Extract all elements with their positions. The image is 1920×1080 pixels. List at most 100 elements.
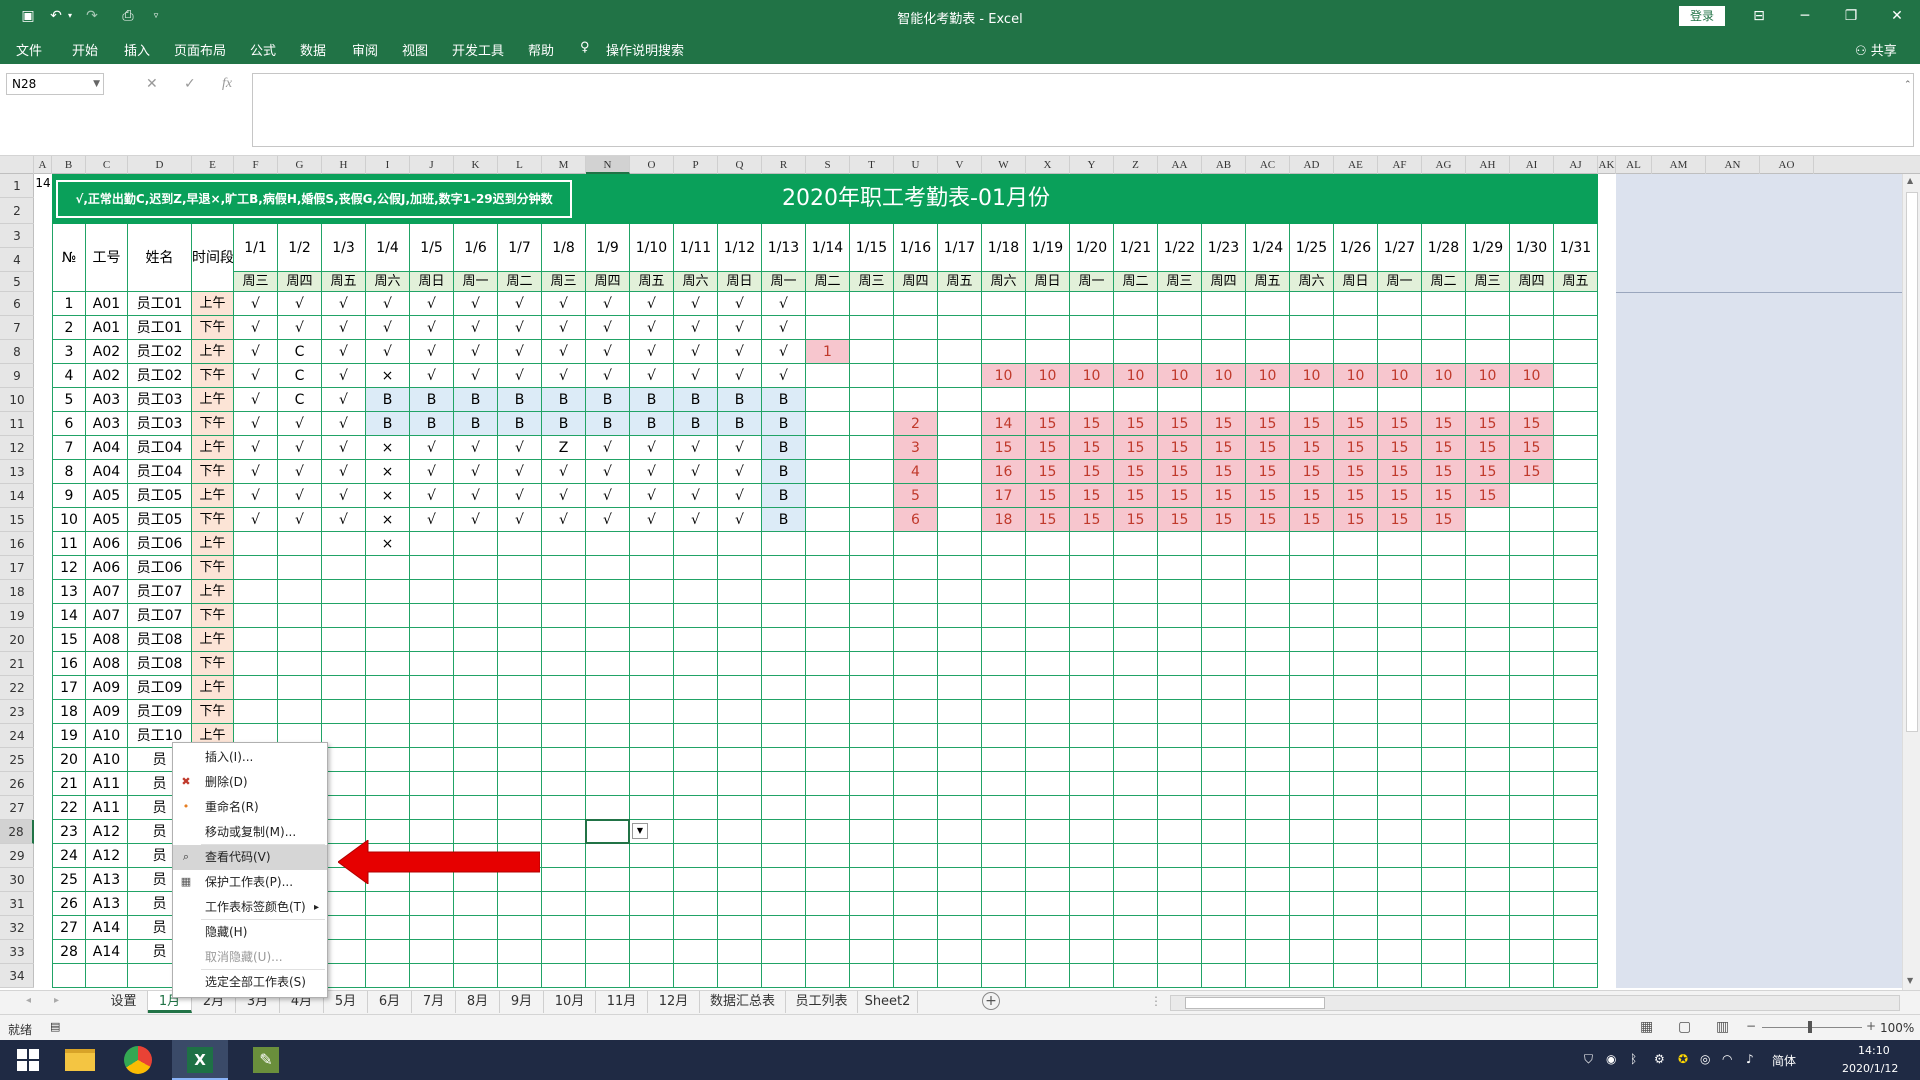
attendance-cell[interactable]: √ <box>278 316 322 340</box>
attendance-cell[interactable] <box>806 628 850 652</box>
attendance-cell[interactable] <box>542 820 586 844</box>
attendance-cell[interactable] <box>1334 580 1378 604</box>
attendance-cell[interactable]: √ <box>630 292 674 316</box>
attendance-cell[interactable] <box>938 652 982 676</box>
employee-name[interactable]: 员工02 <box>128 364 192 388</box>
row-header-27[interactable]: 27 <box>0 796 34 820</box>
attendance-cell[interactable] <box>1466 820 1510 844</box>
attendance-cell[interactable]: B <box>366 412 410 436</box>
attendance-cell[interactable] <box>762 772 806 796</box>
attendance-cell[interactable] <box>1070 844 1114 868</box>
attendance-cell[interactable]: √ <box>542 340 586 364</box>
employee-id[interactable]: A11 <box>86 796 128 820</box>
attendance-cell[interactable] <box>1378 676 1422 700</box>
attendance-cell[interactable] <box>938 772 982 796</box>
attendance-cell[interactable] <box>938 724 982 748</box>
attendance-cell[interactable]: B <box>762 388 806 412</box>
attendance-cell[interactable]: 10 <box>1070 364 1114 388</box>
attendance-cell[interactable]: B <box>410 412 454 436</box>
row-header-8[interactable]: 8 <box>0 340 34 364</box>
attendance-cell[interactable]: √ <box>586 436 630 460</box>
attendance-cell[interactable] <box>1070 724 1114 748</box>
weekday-header[interactable]: 周二 <box>806 272 850 292</box>
attendance-cell[interactable] <box>1510 580 1554 604</box>
attendance-cell[interactable] <box>630 580 674 604</box>
employee-id[interactable]: A11 <box>86 772 128 796</box>
attendance-cell[interactable] <box>322 676 366 700</box>
attendance-cell[interactable] <box>542 700 586 724</box>
attendance-cell[interactable]: √ <box>586 340 630 364</box>
attendance-cell[interactable] <box>322 916 366 940</box>
tray-app-3-icon[interactable]: ◎ <box>1700 1052 1710 1066</box>
attendance-cell[interactable] <box>1202 892 1246 916</box>
attendance-cell[interactable] <box>806 820 850 844</box>
attendance-cell[interactable] <box>718 892 762 916</box>
attendance-cell[interactable] <box>1378 868 1422 892</box>
attendance-cell[interactable] <box>718 868 762 892</box>
file-explorer-icon[interactable] <box>52 1040 108 1080</box>
time-period[interactable]: 上午 <box>192 532 234 556</box>
attendance-cell[interactable] <box>1510 868 1554 892</box>
attendance-cell[interactable] <box>1510 508 1554 532</box>
validation-dropdown-icon[interactable]: ▼ <box>632 823 648 839</box>
attendance-cell[interactable] <box>1114 724 1158 748</box>
attendance-cell[interactable]: √ <box>322 292 366 316</box>
attendance-cell[interactable] <box>938 532 982 556</box>
column-header-J[interactable]: J <box>410 156 454 174</box>
hscroll-thumb[interactable] <box>1185 997 1325 1009</box>
attendance-cell[interactable] <box>1466 748 1510 772</box>
attendance-cell[interactable]: 3 <box>894 436 938 460</box>
attendance-cell[interactable]: √ <box>454 292 498 316</box>
row-header-26[interactable]: 26 <box>0 772 34 796</box>
row-number[interactable]: 2 <box>52 316 86 340</box>
attendance-cell[interactable]: √ <box>410 364 454 388</box>
attendance-cell[interactable] <box>1422 652 1466 676</box>
attendance-cell[interactable] <box>366 628 410 652</box>
zoom-slider[interactable] <box>1762 1027 1862 1028</box>
employee-name[interactable]: 员工06 <box>128 556 192 580</box>
row-number[interactable]: 21 <box>52 772 86 796</box>
attendance-cell[interactable]: √ <box>630 436 674 460</box>
attendance-cell[interactable] <box>1510 892 1554 916</box>
date-header[interactable]: 1/31 <box>1554 224 1598 272</box>
attendance-cell[interactable] <box>322 796 366 820</box>
attendance-cell[interactable] <box>1290 580 1334 604</box>
attendance-cell[interactable] <box>586 676 630 700</box>
attendance-cell[interactable] <box>938 892 982 916</box>
excel-taskbar-icon[interactable]: X <box>172 1040 228 1080</box>
row-number[interactable]: 23 <box>52 820 86 844</box>
attendance-cell[interactable] <box>938 580 982 604</box>
attendance-cell[interactable] <box>762 556 806 580</box>
attendance-cell[interactable] <box>674 532 718 556</box>
time-period[interactable]: 上午 <box>192 580 234 604</box>
attendance-cell[interactable] <box>1158 868 1202 892</box>
attendance-cell[interactable] <box>850 508 894 532</box>
attendance-cell[interactable] <box>1422 796 1466 820</box>
attendance-cell[interactable] <box>1466 892 1510 916</box>
attendance-cell[interactable] <box>322 940 366 964</box>
attendance-cell[interactable] <box>1246 700 1290 724</box>
attendance-cell[interactable] <box>542 604 586 628</box>
attendance-cell[interactable] <box>982 940 1026 964</box>
menu-item[interactable]: • 重命名(R) <box>173 795 327 820</box>
minimize-icon[interactable]: ─ <box>1782 0 1828 32</box>
empty-cell[interactable] <box>542 964 586 988</box>
attendance-cell[interactable] <box>586 628 630 652</box>
attendance-cell[interactable] <box>630 772 674 796</box>
column-header-AF[interactable]: AF <box>1378 156 1422 174</box>
attendance-cell[interactable] <box>322 892 366 916</box>
empty-cell[interactable] <box>894 964 938 988</box>
attendance-cell[interactable]: 16 <box>982 460 1026 484</box>
attendance-cell[interactable] <box>1554 340 1598 364</box>
attendance-cell[interactable]: 15 <box>1246 412 1290 436</box>
employee-id[interactable]: A04 <box>86 460 128 484</box>
attendance-cell[interactable] <box>542 748 586 772</box>
row-header-16[interactable]: 16 <box>0 532 34 556</box>
attendance-cell[interactable] <box>322 652 366 676</box>
row-number[interactable]: 24 <box>52 844 86 868</box>
weekday-header[interactable]: 周一 <box>1378 272 1422 292</box>
time-period[interactable]: 上午 <box>192 484 234 508</box>
attendance-cell[interactable]: B <box>762 508 806 532</box>
empty-cell[interactable] <box>1158 964 1202 988</box>
row-header-25[interactable]: 25 <box>0 748 34 772</box>
